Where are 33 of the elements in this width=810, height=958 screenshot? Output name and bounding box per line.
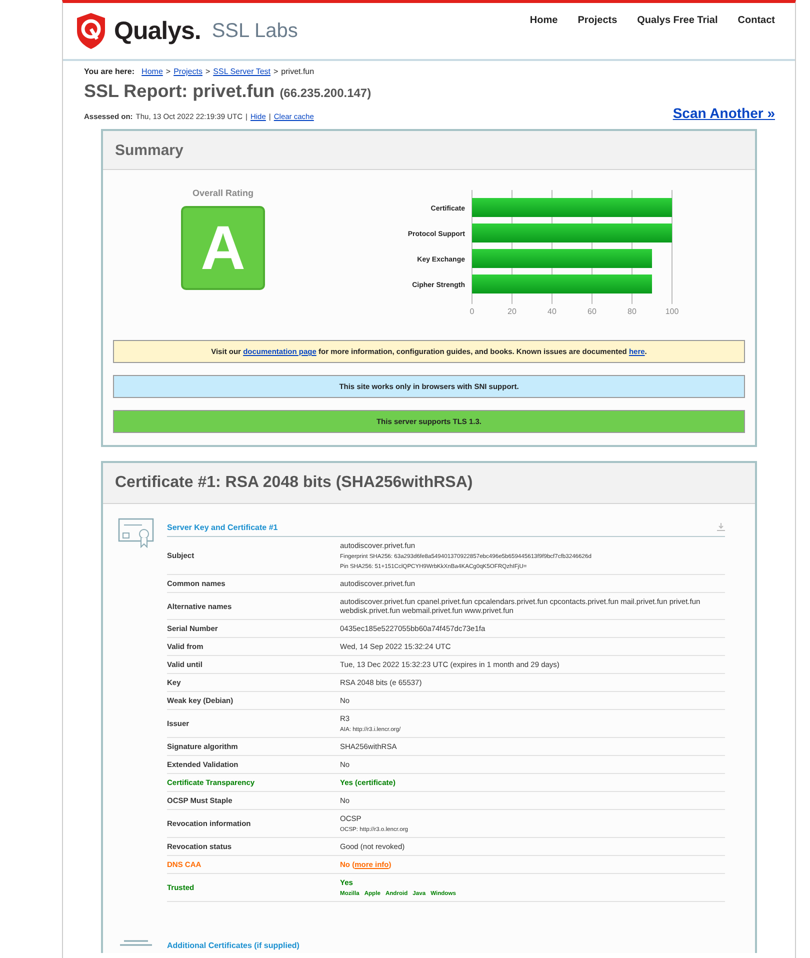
panel-title: Summary bbox=[115, 142, 184, 158]
rating-label: Overall Rating bbox=[192, 188, 254, 198]
breadcrumb-separator: > bbox=[205, 67, 210, 76]
axis-tick-label: 100 bbox=[665, 307, 679, 316]
ip-address: (66.235.200.147) bbox=[280, 86, 372, 100]
section-title: Server Key and Certificate #1 bbox=[167, 522, 278, 532]
breadcrumb-link[interactable]: SSL Server Test bbox=[213, 67, 270, 76]
breadcrumb-link[interactable]: Home bbox=[142, 67, 163, 76]
scan-another-link[interactable]: Scan Another » bbox=[672, 105, 775, 121]
nav-link[interactable]: Contact bbox=[738, 15, 775, 26]
axis-tick-label: 80 bbox=[628, 307, 636, 316]
grade-badge: A bbox=[181, 206, 265, 290]
breadcrumb-separator: > bbox=[166, 67, 171, 76]
product-name: SSL Labs bbox=[212, 20, 298, 42]
brand-name: Qualys. bbox=[114, 16, 201, 46]
breadcrumb-separator: > bbox=[274, 67, 278, 76]
axis-tick-label: 40 bbox=[548, 307, 556, 316]
breadcrumb-link[interactable]: Projects bbox=[174, 67, 202, 76]
stack-icon bbox=[118, 939, 154, 949]
nav-link[interactable]: Home bbox=[530, 15, 558, 26]
axis-tick-label: 60 bbox=[588, 307, 596, 316]
shield-logo-icon bbox=[75, 12, 107, 50]
breadcrumb-label: You are here: bbox=[84, 67, 135, 76]
nav-link[interactable]: Qualys Free Trial bbox=[637, 15, 718, 26]
axis-tick-label: 0 bbox=[470, 307, 474, 316]
nav-link[interactable]: Projects bbox=[578, 15, 618, 26]
section-title: Additional Certificates (if supplied) bbox=[167, 940, 300, 950]
breadcrumb-current: privet.fun bbox=[281, 67, 314, 76]
certificate-icon bbox=[118, 518, 154, 548]
download-icon[interactable] bbox=[717, 523, 725, 531]
panel-title: Certificate #1: RSA 2048 bits (SHA256withRSA) bbox=[115, 474, 473, 492]
report-title: SSL Report: privet.fun bbox=[84, 81, 275, 102]
axis-tick-label: 20 bbox=[508, 307, 516, 316]
